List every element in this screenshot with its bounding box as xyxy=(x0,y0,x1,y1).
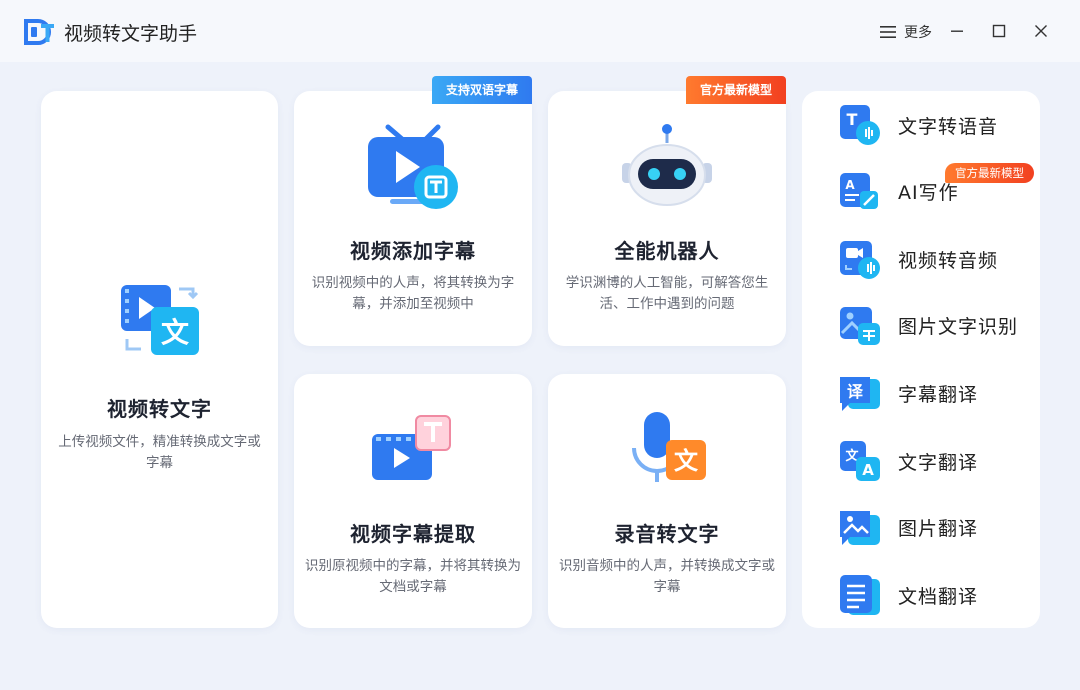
add-subtitle-desc: 识别视频中的人声，将其转换为字幕，并添加至视频中 xyxy=(311,275,515,312)
app-title: 视频转文字助手 xyxy=(64,23,198,45)
audio-to-text-title: 录音转文字 xyxy=(614,522,720,546)
close-button[interactable] xyxy=(1028,18,1054,44)
minimize-icon xyxy=(951,30,963,32)
maximize-button[interactable] xyxy=(986,18,1012,44)
subtitle-extract-card[interactable]: 视频字幕提取 识别原视频中的字幕，并将其转换为文档或字幕 xyxy=(294,374,532,628)
menu-icon xyxy=(880,26,896,38)
robot-card[interactable]: 官方最新模型 全能机器人 学识渊博的人工智能，可解答您生活、工作中遇到的问题 xyxy=(548,76,786,346)
side-item-image-translate[interactable]: 图片翻译 xyxy=(838,503,1028,551)
svg-text:文: 文 xyxy=(161,316,189,349)
latest-model-badge: 官方最新模型 xyxy=(685,76,786,104)
side-item-label: 文字转语音 xyxy=(898,115,999,138)
video-to-text-title: 视频转文字 xyxy=(107,397,212,421)
side-tools-panel: 官方最新模型 T 文字转语音 A AI写作 视频转音频 图片文字识别 译 字幕翻… xyxy=(802,91,1040,628)
maximize-icon xyxy=(992,24,1006,38)
microphone-icon: 文 xyxy=(632,412,706,482)
svg-text:A: A xyxy=(845,178,855,192)
more-label: 更多 xyxy=(904,25,932,41)
side-item-label: AI写作 xyxy=(898,181,959,204)
side-item-image-ocr[interactable]: 图片文字识别 xyxy=(838,301,1028,349)
svg-text:文: 文 xyxy=(674,447,699,475)
title-bar: 视频转文字助手 更多 xyxy=(0,0,1080,62)
minimize-button[interactable] xyxy=(944,18,970,44)
subtitle-extract-icon xyxy=(372,415,451,480)
video-to-audio-icon xyxy=(840,241,880,279)
close-icon xyxy=(1035,25,1047,37)
side-item-video-to-audio[interactable]: 视频转音频 xyxy=(838,235,1028,283)
svg-text:T: T xyxy=(847,110,858,129)
audio-to-text-desc: 识别音频中的人声，并转换成文字或字幕 xyxy=(559,558,775,595)
side-item-label: 文字翻译 xyxy=(898,451,979,474)
side-item-ai-writing[interactable]: A AI写作 xyxy=(838,167,1028,215)
add-subtitle-card[interactable]: 支持双语字幕 视频添加字幕 识别视频中的人声，将其转换为字幕，并添加至视频中 xyxy=(294,76,532,346)
side-item-label: 视频转音频 xyxy=(898,249,999,272)
more-menu-button[interactable]: 更多 xyxy=(880,22,932,42)
add-subtitle-title: 视频添加字幕 xyxy=(350,239,476,263)
video-to-text-icon: 文 xyxy=(121,285,199,355)
side-item-label: 图片文字识别 xyxy=(898,315,1019,338)
document-translate-icon xyxy=(840,575,880,615)
ai-writing-icon: A xyxy=(840,173,878,209)
image-ocr-icon xyxy=(840,307,880,345)
side-item-label: 文档翻译 xyxy=(898,585,979,608)
video-to-text-desc: 上传视频文件，精准转换成文字或字幕 xyxy=(58,434,261,471)
svg-text:A: A xyxy=(862,461,874,479)
text-to-speech-icon: T xyxy=(840,105,880,145)
subtitle-extract-desc: 识别原视频中的字幕，并将其转换为文档或字幕 xyxy=(305,558,521,595)
bilingual-badge: 支持双语字幕 xyxy=(431,76,532,104)
subtitle-translate-icon: 译 xyxy=(840,377,880,411)
side-item-label: 字幕翻译 xyxy=(898,383,979,406)
app-logo-icon xyxy=(24,19,54,45)
robot-title: 全能机器人 xyxy=(614,239,720,263)
audio-to-text-card[interactable]: 文 录音转文字 识别音频中的人声，并转换成文字或字幕 xyxy=(548,374,786,628)
text-translate-icon: 文 A xyxy=(840,441,880,481)
side-item-document-translate[interactable]: 文档翻译 xyxy=(838,571,1028,619)
side-item-text-translate[interactable]: 文 A 文字翻译 xyxy=(838,437,1028,485)
side-item-label: 图片翻译 xyxy=(898,517,979,540)
video-to-text-card[interactable]: 文 视频转文字 上传视频文件，精准转换成文字或字幕 xyxy=(41,91,278,628)
side-item-text-to-speech[interactable]: T 文字转语音 xyxy=(838,101,1028,149)
robot-icon xyxy=(622,124,712,206)
svg-text:译: 译 xyxy=(847,382,864,401)
side-item-subtitle-translate[interactable]: 译 字幕翻译 xyxy=(838,369,1028,417)
image-translate-icon xyxy=(840,511,880,545)
subtitle-extract-title: 视频字幕提取 xyxy=(350,522,476,546)
tv-subtitle-icon xyxy=(368,124,458,209)
robot-desc: 学识渊博的人工智能，可解答您生活、工作中遇到的问题 xyxy=(565,275,769,312)
